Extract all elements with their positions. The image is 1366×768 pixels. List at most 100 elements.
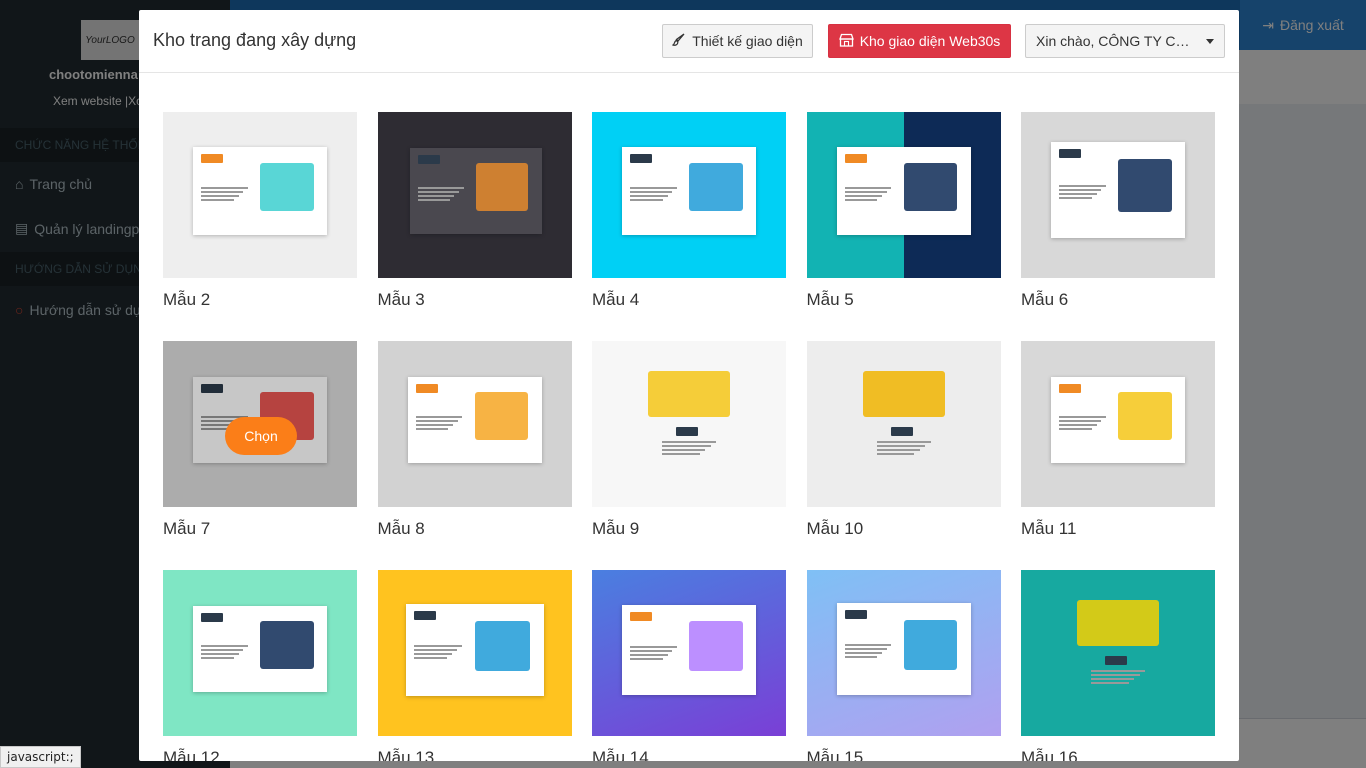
preview-text-lines <box>876 441 931 457</box>
modal-header: Kho trang đang xây dựng Thiết kế giao di… <box>139 10 1239 73</box>
preview-text-lines <box>201 186 248 203</box>
template-card[interactable]: Chọn Mẫu 7 <box>163 341 357 570</box>
template-label: Mẫu 14 <box>592 748 649 761</box>
user-greeting: Xin chào, CÔNG TY CỔ PHẦN <box>1036 33 1198 49</box>
preview-logo-tag <box>630 154 652 163</box>
template-preview-page <box>405 604 544 696</box>
preview-text-lines <box>1059 415 1106 432</box>
preview-logo-tag <box>890 427 913 436</box>
template-card[interactable]: Mẫu 10 <box>806 341 1001 570</box>
preview-text-lines <box>1091 670 1145 686</box>
template-thumbnail[interactable] <box>377 570 572 736</box>
paint-brush-icon <box>671 32 686 50</box>
template-card[interactable]: Mẫu 2 <box>163 112 357 341</box>
modal-title: Kho trang đang xây dựng <box>153 30 357 50</box>
preview-illustration <box>475 163 529 211</box>
template-thumbnail[interactable] <box>806 570 1001 736</box>
preview-logo-tag <box>413 611 436 620</box>
preview-logo-tag <box>844 610 867 619</box>
template-thumbnail[interactable] <box>1021 112 1215 278</box>
template-thumbnail[interactable] <box>163 570 357 736</box>
template-card[interactable]: Mẫu 15 <box>806 570 1001 761</box>
web30s-store-button[interactable]: Kho giao diện Web30s <box>828 24 1011 58</box>
template-label: Mẫu 16 <box>1021 748 1078 761</box>
template-label: Mẫu 8 <box>377 519 425 538</box>
preview-logo-tag <box>1105 656 1127 665</box>
preview-logo-tag <box>1059 384 1081 393</box>
preview-logo-tag <box>844 154 867 163</box>
preview-illustration <box>903 619 958 671</box>
template-card[interactable]: Mẫu 14 <box>592 570 786 761</box>
template-label: Mẫu 4 <box>592 290 640 309</box>
template-preview-page <box>1051 377 1185 463</box>
template-thumbnail[interactable] <box>592 112 786 278</box>
preview-illustration <box>1118 392 1172 440</box>
template-label: Mẫu 6 <box>1021 290 1069 309</box>
caret-down-icon <box>1206 38 1214 44</box>
template-card[interactable]: Mẫu 16 <box>1021 570 1215 761</box>
template-preview-page <box>836 147 971 235</box>
template-card[interactable]: Mẫu 6 <box>1021 112 1215 341</box>
preview-logo-tag <box>415 384 438 393</box>
design-interface-button[interactable]: Thiết kế giao diện <box>662 24 813 58</box>
preview-illustration <box>1118 159 1172 213</box>
template-thumbnail[interactable] <box>592 341 786 507</box>
preview-illustration <box>260 621 314 669</box>
template-thumbnail[interactable] <box>377 112 572 278</box>
template-thumbnail[interactable]: Chọn <box>163 341 357 507</box>
template-card[interactable]: Mẫu 5 <box>806 112 1001 341</box>
template-card[interactable]: Mẫu 4 <box>592 112 786 341</box>
template-preview-page <box>407 377 542 463</box>
template-card[interactable]: Mẫu 11 <box>1021 341 1215 570</box>
template-label: Mẫu 3 <box>377 290 425 309</box>
user-menu-dropdown[interactable]: Xin chào, CÔNG TY CỔ PHẦN <box>1025 24 1225 58</box>
preview-text-lines <box>201 644 248 661</box>
preview-illustration <box>862 371 945 417</box>
template-preview-page <box>1021 570 1215 736</box>
template-thumbnail[interactable] <box>592 570 786 736</box>
template-thumbnail[interactable] <box>1021 570 1215 736</box>
template-card[interactable]: Mẫu 3 <box>377 112 572 341</box>
template-thumbnail[interactable] <box>1021 341 1215 507</box>
preview-logo-tag <box>417 155 440 164</box>
template-preview-page <box>836 603 971 695</box>
browser-status-url: javascript:; <box>0 746 81 768</box>
template-card[interactable]: Mẫu 13 <box>377 570 572 761</box>
preview-text-lines <box>1059 185 1106 201</box>
preview-illustration <box>648 371 730 417</box>
template-card[interactable]: Mẫu 8 <box>377 341 572 570</box>
preview-text-lines <box>844 644 892 660</box>
template-thumbnail[interactable] <box>377 341 572 507</box>
preview-logo-tag <box>676 427 698 436</box>
preview-text-lines <box>413 645 462 661</box>
preview-text-lines <box>662 441 716 457</box>
template-preview-page <box>622 605 756 695</box>
template-label: Mẫu 13 <box>377 748 435 761</box>
preview-logo-tag <box>201 154 223 163</box>
template-preview-page <box>193 606 327 692</box>
template-thumbnail[interactable] <box>806 112 1001 278</box>
template-label: Mẫu 5 <box>806 290 854 309</box>
preview-illustration <box>260 162 314 212</box>
preview-logo-tag <box>630 612 652 621</box>
template-label: Mẫu 15 <box>806 748 864 761</box>
template-store-modal: Kho trang đang xây dựng Thiết kế giao di… <box>139 10 1239 761</box>
preview-text-lines <box>630 186 677 203</box>
template-preview-page <box>592 341 786 507</box>
template-card[interactable]: Mẫu 9 <box>592 341 786 570</box>
choose-template-button[interactable]: Chọn <box>225 417 297 455</box>
template-label: Mẫu 2 <box>163 290 211 309</box>
template-thumbnail[interactable] <box>806 341 1001 507</box>
preview-logo-tag <box>1059 149 1081 158</box>
template-thumbnail[interactable] <box>163 112 357 278</box>
template-grid: Mẫu 2 Mẫu 3 Mẫu 4 Mẫu 5 Mẫu 6 Chọn Mẫu 7 Mẫu 8 M… <box>163 112 1215 761</box>
preview-logo-tag <box>201 613 223 622</box>
template-label: Mẫu 10 <box>806 519 864 538</box>
template-preview-page <box>622 147 756 235</box>
preview-illustration <box>474 620 530 672</box>
template-label: Mẫu 7 <box>163 519 211 538</box>
template-card[interactable]: Mẫu 12 <box>163 570 357 761</box>
preview-text-lines <box>844 186 892 203</box>
preview-illustration <box>689 621 743 671</box>
preview-text-lines <box>417 186 464 203</box>
